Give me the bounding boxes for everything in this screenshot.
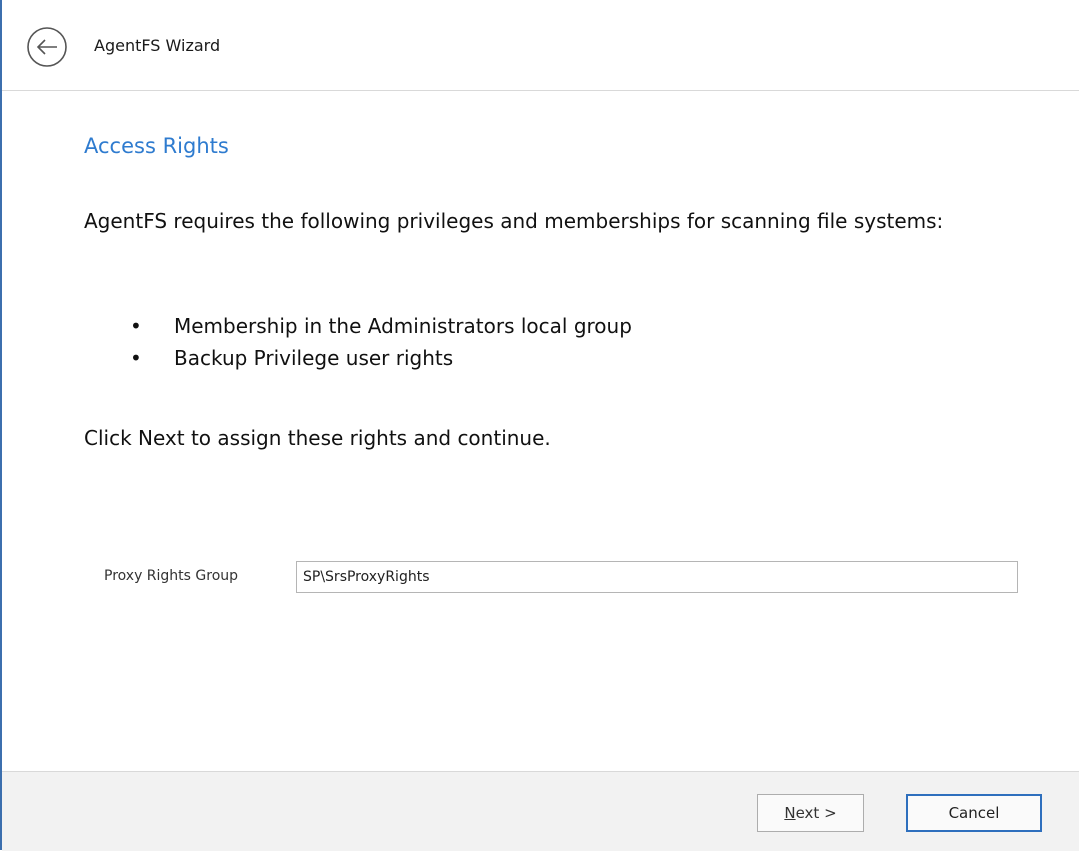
footer-bar: Next > Cancel: [2, 771, 1079, 851]
cancel-button[interactable]: Cancel: [906, 794, 1042, 832]
list-item: • Membership in the Administrators local…: [84, 310, 984, 342]
instruction-text: Click Next to assign these rights and co…: [84, 426, 551, 450]
title-bar: AgentFS Wizard: [2, 0, 1079, 91]
intro-text: AgentFS requires the following privilege…: [84, 209, 944, 233]
back-button[interactable]: [26, 26, 68, 68]
proxy-rights-group-label: Proxy Rights Group: [104, 568, 239, 584]
proxy-rights-group-input[interactable]: [296, 561, 1018, 593]
next-button[interactable]: Next >: [757, 794, 864, 832]
bullet: •: [130, 346, 142, 370]
rights-list: • Membership in the Administrators local…: [84, 310, 984, 374]
list-item: • Backup Privilege user rights: [84, 342, 984, 374]
back-arrow-circle-icon: [27, 27, 67, 67]
bullet: •: [130, 314, 142, 338]
page-title: Access Rights: [84, 134, 229, 158]
next-mnemonic: N: [784, 804, 796, 822]
window-title: AgentFS Wizard: [94, 36, 221, 55]
list-item-label: Backup Privilege user rights: [174, 346, 454, 370]
wizard-window: AgentFS Wizard Access Rights AgentFS req…: [0, 0, 1079, 851]
list-item-label: Membership in the Administrators local g…: [174, 314, 632, 338]
next-label: ext >: [795, 804, 837, 822]
